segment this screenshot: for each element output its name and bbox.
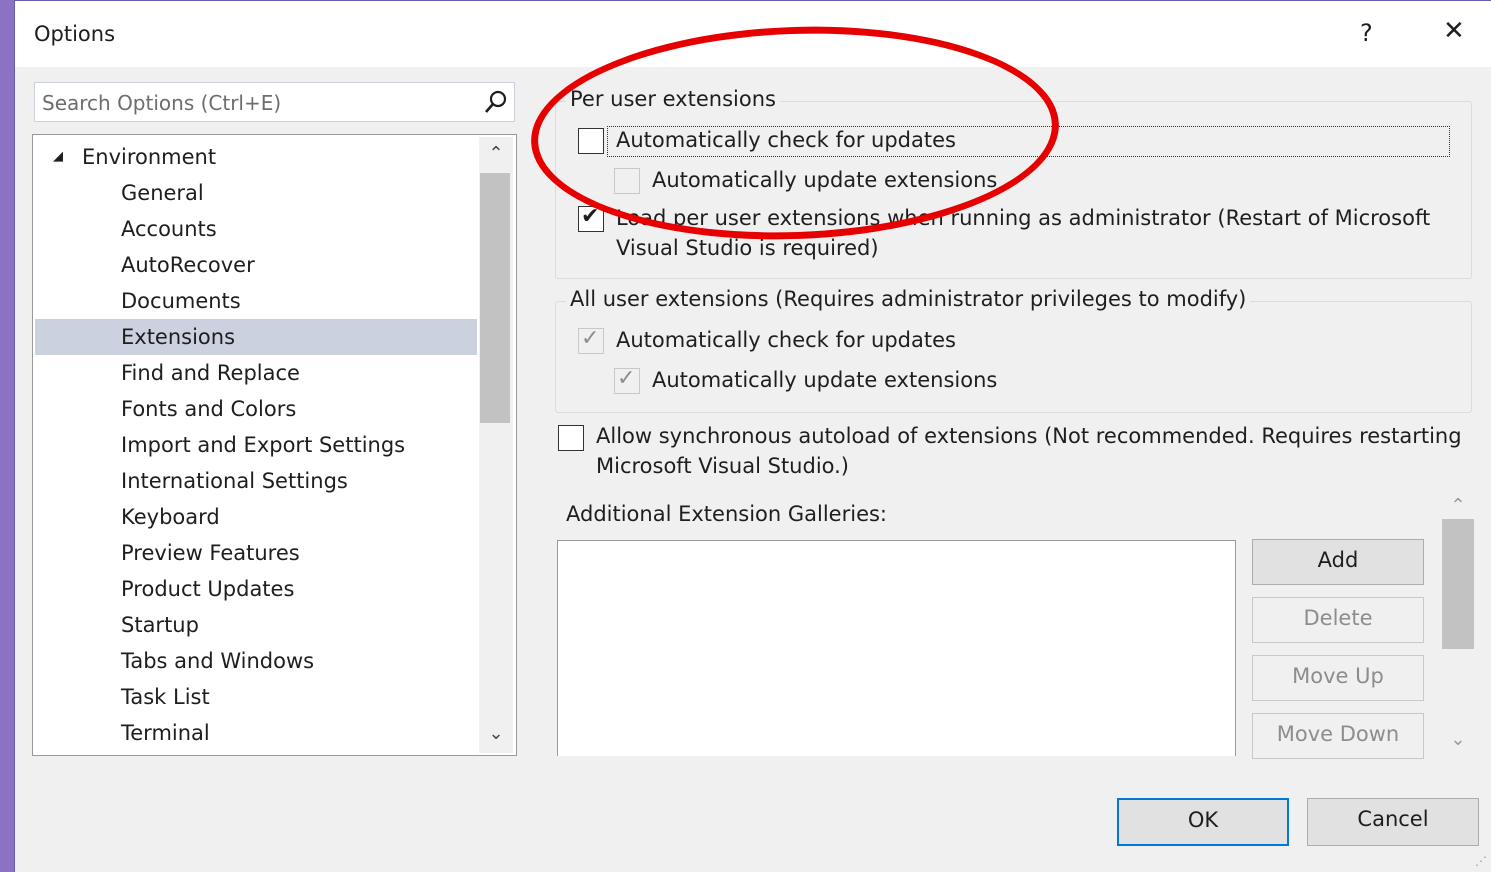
ok-button[interactable]: OK — [1117, 798, 1289, 846]
page-scroll-up-icon[interactable]: ⌃ — [1443, 495, 1473, 516]
tree-item-startup[interactable]: Startup — [35, 607, 477, 643]
dialog-title: Options — [34, 22, 116, 46]
tree-item-label: Startup — [121, 613, 199, 637]
load-admin-label-line1[interactable]: Load per user extensions when running as… — [616, 203, 1430, 233]
tree-item-label: Documents — [121, 289, 241, 313]
expander-icon[interactable]: ◢ — [53, 139, 63, 175]
tree-item-fonts-and-colors[interactable]: Fonts and Colors — [35, 391, 477, 427]
tree-item-environment[interactable]: ◢ Environment — [35, 139, 477, 175]
tree-item-label: AutoRecover — [121, 253, 255, 277]
tree-item-label: Keyboard — [121, 505, 220, 529]
search-input[interactable]: Search Options (Ctrl+E) — [34, 82, 515, 122]
delete-button[interactable]: Delete — [1252, 597, 1424, 643]
all-user-auto-update-checkbox[interactable]: ✓ — [614, 366, 640, 394]
galleries-list[interactable] — [557, 540, 1236, 756]
all-user-auto-check-checkbox[interactable]: ✓ — [578, 326, 604, 354]
search-icon — [485, 90, 507, 113]
move-down-button[interactable]: Move Down — [1252, 713, 1424, 759]
tree-item-label: Import and Export Settings — [121, 433, 406, 457]
tree-item-label: Terminal — [121, 721, 210, 745]
tree-item-label: Task List — [121, 685, 210, 709]
page-scroll-down-icon[interactable]: ⌄ — [1443, 729, 1473, 750]
move-up-button[interactable]: Move Up — [1252, 655, 1424, 701]
tree-item-general[interactable]: General — [35, 175, 477, 211]
per-user-auto-check-label[interactable]: Automatically check for updates — [616, 125, 956, 155]
tree-item-terminal[interactable]: Terminal — [35, 715, 477, 751]
tree-item-preview-features[interactable]: Preview Features — [35, 535, 477, 571]
all-user-auto-update-label[interactable]: Automatically update extensions — [652, 365, 997, 395]
add-button[interactable]: Add — [1252, 539, 1424, 585]
close-button[interactable]: ✕ — [1443, 16, 1465, 46]
sync-autoload-checkbox[interactable] — [558, 425, 584, 451]
tree-item-accounts[interactable]: Accounts — [35, 211, 477, 247]
tree-item-product-updates[interactable]: Product Updates — [35, 571, 477, 607]
help-button[interactable]: ? — [1360, 19, 1373, 47]
load-admin-label-line2[interactable]: Visual Studio is required) — [616, 233, 879, 263]
all-user-legend: All user extensions (Requires administra… — [566, 287, 1251, 311]
tree-scrollbar-thumb[interactable] — [480, 173, 510, 423]
tree-item-extensions[interactable]: Extensions — [35, 319, 477, 355]
scroll-up-icon[interactable]: ⌃ — [481, 143, 511, 164]
tree-item-label: Fonts and Colors — [121, 397, 297, 421]
per-user-auto-update-checkbox[interactable] — [614, 168, 640, 194]
tree-item-label: International Settings — [121, 469, 348, 493]
tree-item-import-export[interactable]: Import and Export Settings — [35, 427, 477, 463]
options-page-scrollbar-thumb[interactable] — [1442, 519, 1474, 649]
tree-item-label: Environment — [82, 145, 217, 169]
tree-item-find-and-replace[interactable]: Find and Replace — [35, 355, 477, 391]
title-bar: Options ? ✕ — [15, 1, 1491, 67]
options-dialog: Options ? ✕ Search Options (Ctrl+E) ◢ En… — [14, 0, 1491, 872]
tree-item-label: Product Updates — [121, 577, 295, 601]
per-user-auto-check-checkbox[interactable] — [578, 128, 604, 154]
checkmark-icon: ✔ — [581, 204, 600, 229]
load-admin-checkbox[interactable]: ✔ — [578, 204, 604, 232]
tree-item-international[interactable]: International Settings — [35, 463, 477, 499]
tree-item-label: Tabs and Windows — [121, 649, 315, 673]
sync-autoload-label-line2[interactable]: Microsoft Visual Studio.) — [596, 451, 849, 481]
checkmark-icon: ✓ — [581, 326, 600, 351]
per-user-legend: Per user extensions — [566, 87, 780, 111]
tree-item-task-list[interactable]: Task List — [35, 679, 477, 715]
tree-item-label: General — [121, 181, 204, 205]
tree-item-autorecover[interactable]: AutoRecover — [35, 247, 477, 283]
checkmark-icon: ✓ — [617, 366, 636, 391]
tree-item-label: Accounts — [121, 217, 217, 241]
search-placeholder: Search Options (Ctrl+E) — [42, 91, 282, 115]
tree-item-label: Preview Features — [121, 541, 300, 565]
tree-item-tabs-and-windows[interactable]: Tabs and Windows — [35, 643, 477, 679]
all-user-group — [555, 301, 1472, 413]
galleries-label: Additional Extension Galleries: — [566, 502, 887, 526]
tree-item-label: Extensions — [121, 325, 236, 349]
scroll-down-icon[interactable]: ⌄ — [481, 723, 511, 744]
sync-autoload-label-line1[interactable]: Allow synchronous autoload of extensions… — [596, 421, 1462, 451]
resize-grip-icon[interactable]: ⋰ — [1475, 854, 1487, 868]
tree-item-keyboard[interactable]: Keyboard — [35, 499, 477, 535]
all-user-auto-check-label[interactable]: Automatically check for updates — [616, 325, 956, 355]
tree-item-label: Find and Replace — [121, 361, 300, 385]
options-tree[interactable]: ◢ Environment General Accounts AutoRecov… — [32, 134, 517, 756]
tree-item-documents[interactable]: Documents — [35, 283, 477, 319]
cancel-button[interactable]: Cancel — [1307, 798, 1479, 846]
per-user-auto-update-label[interactable]: Automatically update extensions — [652, 165, 997, 195]
